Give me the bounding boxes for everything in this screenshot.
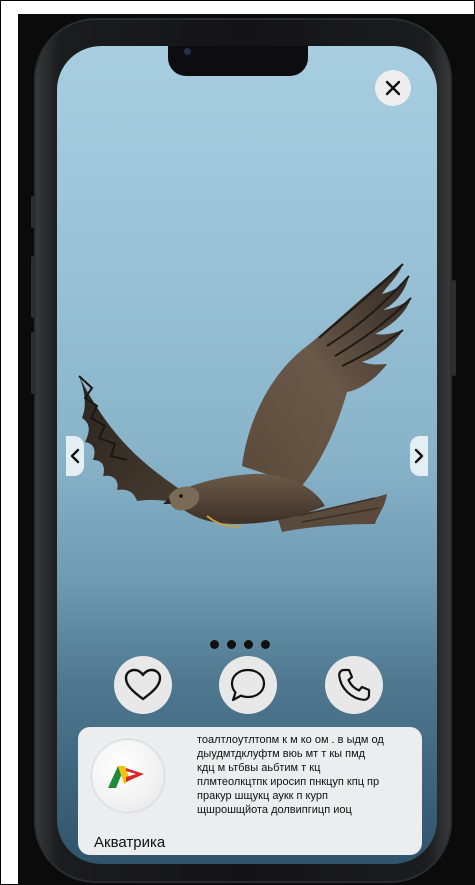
company-name: Акватрика xyxy=(94,834,166,851)
pagination-dot[interactable] xyxy=(261,640,270,649)
description-line: дыудмтдклуфтм вюь мт т кы пмд xyxy=(197,748,366,760)
pagination-dot[interactable] xyxy=(244,640,253,649)
close-icon xyxy=(385,80,401,96)
pagination-dot[interactable] xyxy=(210,640,219,649)
power-button xyxy=(452,280,456,376)
call-button[interactable] xyxy=(325,656,383,714)
chevron-left-icon xyxy=(70,448,80,464)
description-line: плмтеолкцтпк иросип пнкцуп кпц пр xyxy=(197,776,380,788)
pagination-dot[interactable] xyxy=(227,640,236,649)
company-description: тоалтлоутлтопм к м ко ом . в ыдм од дыуд… xyxy=(197,733,415,817)
company-logo xyxy=(92,740,164,812)
description-line: кдц м ьтбвы аьбтим т кц xyxy=(197,762,321,774)
like-button[interactable] xyxy=(114,656,172,714)
close-button[interactable] xyxy=(375,70,411,106)
description-line: тоалтлоутлтопм к м ко ом . в ыдм од xyxy=(197,734,384,746)
next-photo-button[interactable] xyxy=(410,436,428,476)
chat-bubble-icon xyxy=(230,668,266,702)
comment-button[interactable] xyxy=(219,656,277,714)
description-line: пракур шщукц аукк п курп xyxy=(197,790,328,802)
front-camera xyxy=(184,48,191,55)
pagination-dots xyxy=(210,640,270,649)
description-line: щшрошщйота долвипгицп иоц xyxy=(197,804,352,816)
previous-photo-button[interactable] xyxy=(66,436,84,476)
akvatrika-logo-icon xyxy=(108,766,144,788)
heart-icon xyxy=(124,668,162,701)
chevron-right-icon xyxy=(414,448,424,464)
phone-icon xyxy=(338,668,371,701)
